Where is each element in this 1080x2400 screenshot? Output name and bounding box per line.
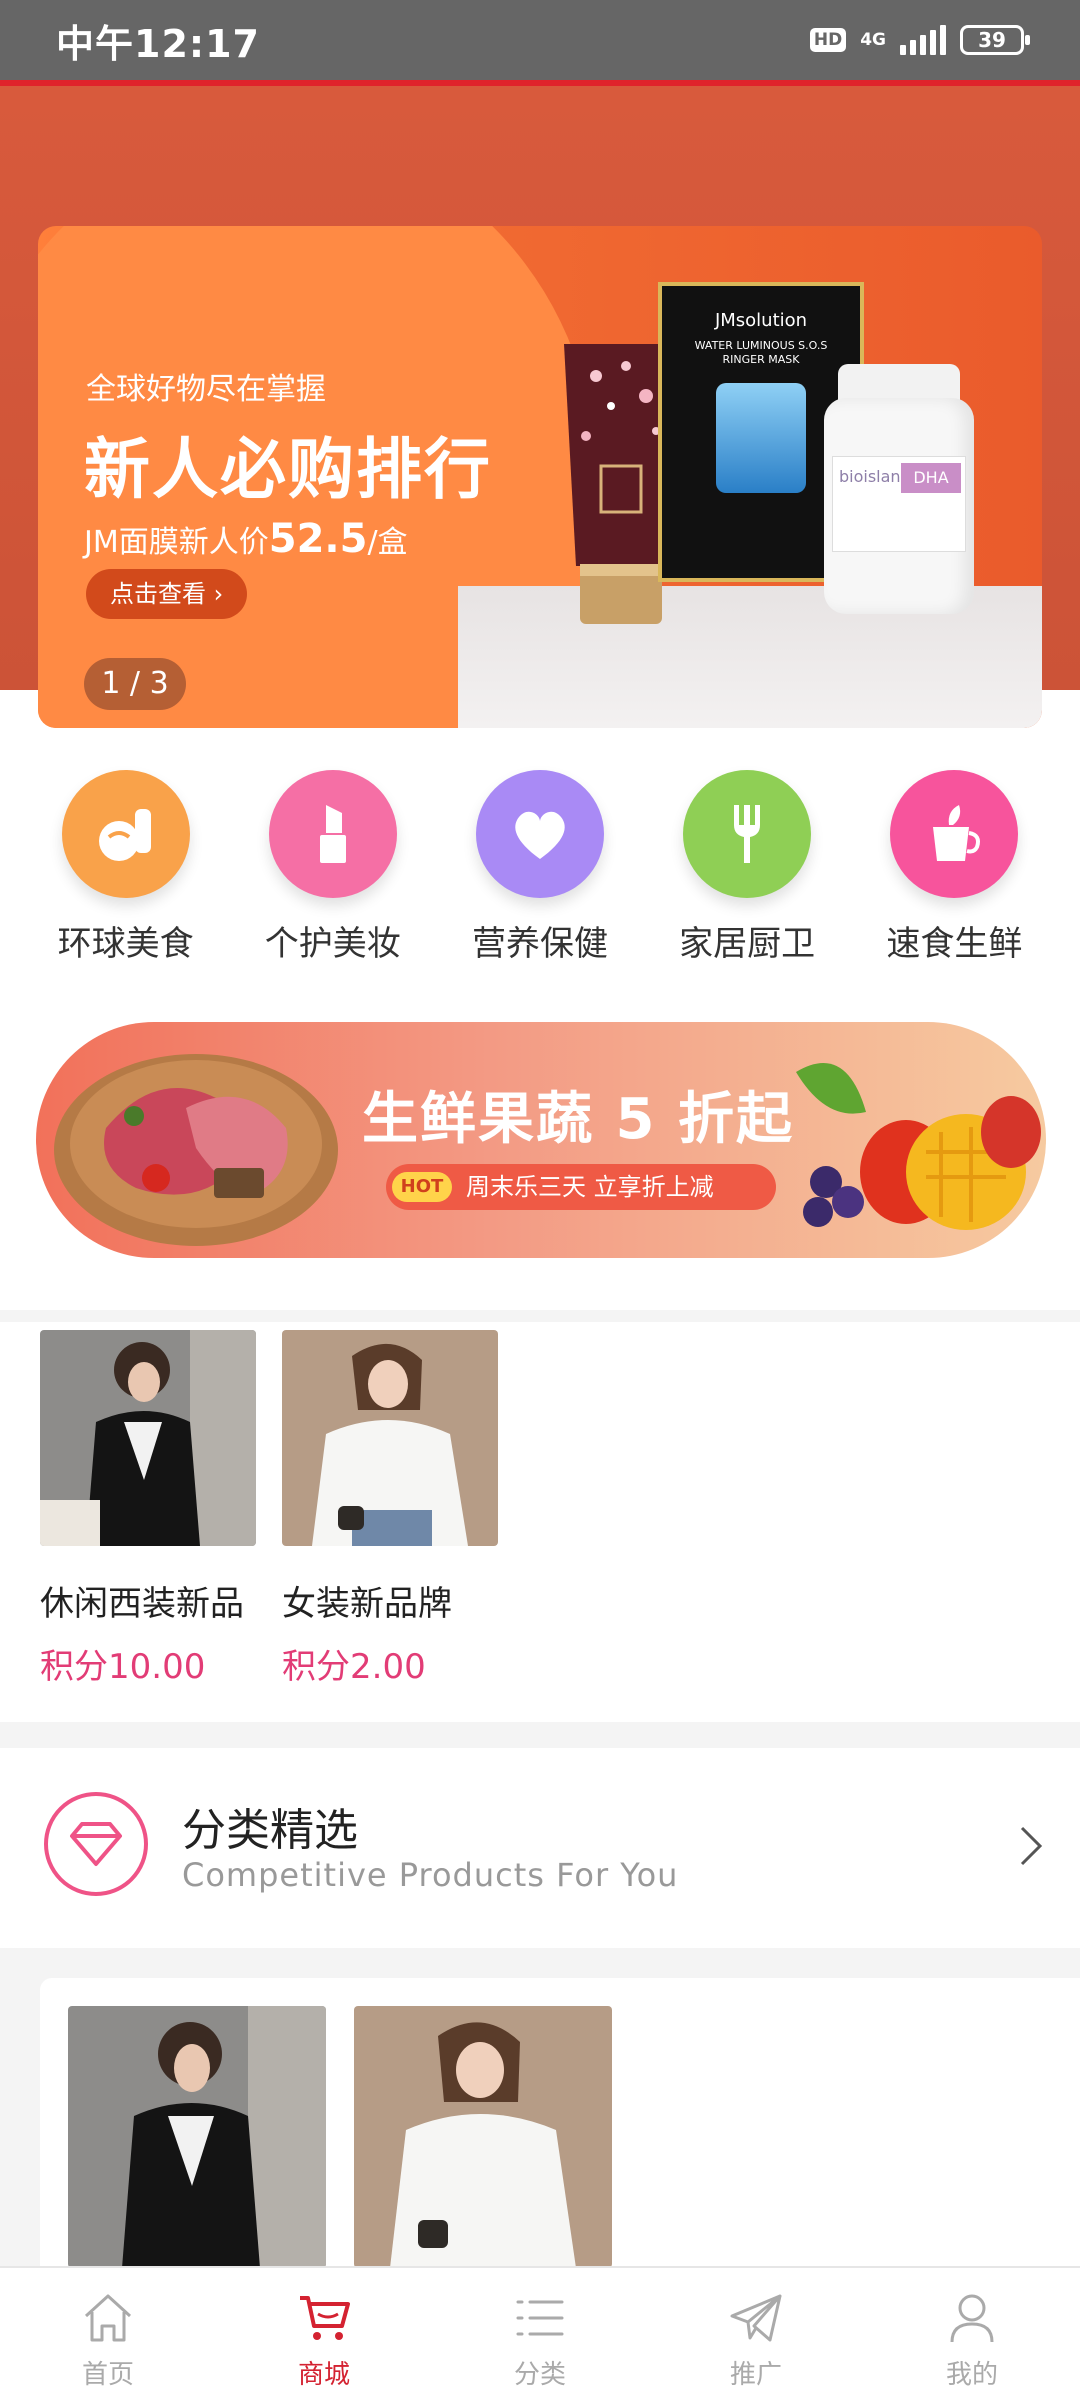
- category-beauty[interactable]: 个护美妆: [243, 770, 423, 965]
- status-time: 中午12:17: [56, 21, 260, 66]
- price-prefix: JM面膜新人价: [84, 525, 269, 560]
- featured-product-image[interactable]: [68, 2006, 326, 2268]
- category-grid: 环球美食 个护美妆 营养保健 家居厨卫 速食生鲜: [0, 770, 1080, 965]
- banner-view-button[interactable]: 点击查看 ›: [86, 569, 248, 619]
- featured-category-header[interactable]: 分类精选 Competitive Products For You: [0, 1748, 1080, 1948]
- category-global-food[interactable]: 环球美食: [36, 770, 216, 965]
- paper-plane-icon: [730, 2294, 782, 2342]
- food-icon: [61, 770, 190, 898]
- status-icons: HD 4G 39: [809, 25, 1030, 55]
- bottle-brand: bioisland: [839, 467, 911, 486]
- banner-headline: 新人必购排行: [84, 431, 492, 508]
- category-label: 环球美食: [57, 924, 194, 964]
- product-image: [282, 1330, 498, 1546]
- tab-promote[interactable]: 推广: [648, 2268, 864, 2400]
- category-label: 家居厨卫: [679, 924, 816, 964]
- featured-title: 分类精选: [182, 1805, 358, 1856]
- banner-pager: 1 / 3: [84, 658, 186, 710]
- product-name: 女装新品牌: [282, 1584, 452, 1624]
- tab-label: 分类: [513, 2360, 566, 2390]
- diamond-icon: [44, 1792, 148, 1896]
- category-label: 营养保健: [471, 924, 608, 964]
- banner-price: JM面膜新人价52.5/盒: [84, 516, 408, 562]
- product-card[interactable]: 休闲西装新品 积分10.00: [40, 1330, 256, 1688]
- cup-icon: [890, 770, 1019, 898]
- fruit-image: [796, 1063, 1041, 1230]
- network-type: 4G: [860, 30, 886, 50]
- status-bar: 中午12:17 HD 4G 39: [0, 0, 1080, 80]
- product-list: 休闲西装新品 积分10.00 女装新品牌 积分2.00: [0, 1322, 1080, 1722]
- product-image: [40, 1330, 256, 1546]
- featured-subtitle: Competitive Products For You: [182, 1856, 679, 1894]
- featured-product-image[interactable]: [354, 2006, 612, 2268]
- list-icon: [516, 2300, 564, 2336]
- fork-icon: [683, 770, 812, 898]
- featured-product-panel: [40, 1978, 1080, 2278]
- home-icon: [84, 2294, 132, 2342]
- tab-category[interactable]: 分类: [432, 2268, 648, 2400]
- tab-home[interactable]: 首页: [0, 2268, 216, 2400]
- category-label: 速食生鲜: [886, 924, 1023, 964]
- bottle-label: DHA: [901, 463, 961, 493]
- lipstick-icon: [268, 770, 397, 898]
- hero-banner[interactable]: JMsolution WATER LUMINOUS S.O.S RINGER M…: [38, 226, 1042, 728]
- category-home-kitchen[interactable]: 家居厨卫: [657, 770, 837, 965]
- tab-label: 商城: [297, 2360, 350, 2390]
- battery-icon: 39: [960, 25, 1030, 55]
- tab-label: 我的: [945, 2360, 998, 2390]
- banner-tagline: 全球好物尽在掌握: [86, 372, 326, 407]
- signal-icon: [900, 25, 946, 55]
- tab-label: 首页: [81, 2360, 134, 2390]
- price-suffix: /盒: [367, 525, 408, 560]
- dha-bottle-image: bioisland DHA: [824, 364, 974, 614]
- user-icon: [950, 2294, 994, 2343]
- fresh-produce-promo-banner[interactable]: 生鲜果蔬 5 折起 周末乐三天 立享折上减 HOT: [36, 1022, 1046, 1258]
- product-card[interactable]: 女装新品牌 积分2.00: [282, 1330, 498, 1688]
- product-points: 积分2.00: [282, 1647, 426, 1687]
- mask-brand: JMsolution: [714, 310, 808, 331]
- heart-icon: [475, 770, 604, 898]
- chevron-right-icon: [1020, 1826, 1043, 1866]
- hot-badge: HOT: [392, 1172, 452, 1202]
- category-fast-fresh[interactable]: 速食生鲜: [864, 770, 1044, 965]
- tab-label: 推广: [729, 2360, 782, 2390]
- category-nutrition[interactable]: 营养保健: [450, 770, 630, 965]
- hd-icon: HD: [809, 28, 847, 52]
- tab-profile[interactable]: 我的: [864, 2268, 1080, 2400]
- category-label: 个护美妆: [264, 924, 401, 964]
- bottom-tab-bar: 首页 商城 分类 推广 我的: [0, 2266, 1080, 2400]
- product-name: 休闲西装新品: [40, 1584, 244, 1624]
- product-points: 积分10.00: [40, 1647, 206, 1687]
- app-root: 中午12:17 HD 4G 39 JMsolution WATER LUMINO…: [0, 0, 1080, 2400]
- mask-text: WATER LUMINOUS S.O.S RINGER MASK: [694, 339, 828, 366]
- tab-mall[interactable]: 商城: [216, 2268, 432, 2400]
- meat-platter-image: [54, 1054, 338, 1246]
- promo-title: 生鲜果蔬 5 折起: [362, 1087, 794, 1152]
- price-value: 52.5: [268, 516, 368, 562]
- cart-icon: [300, 2296, 350, 2340]
